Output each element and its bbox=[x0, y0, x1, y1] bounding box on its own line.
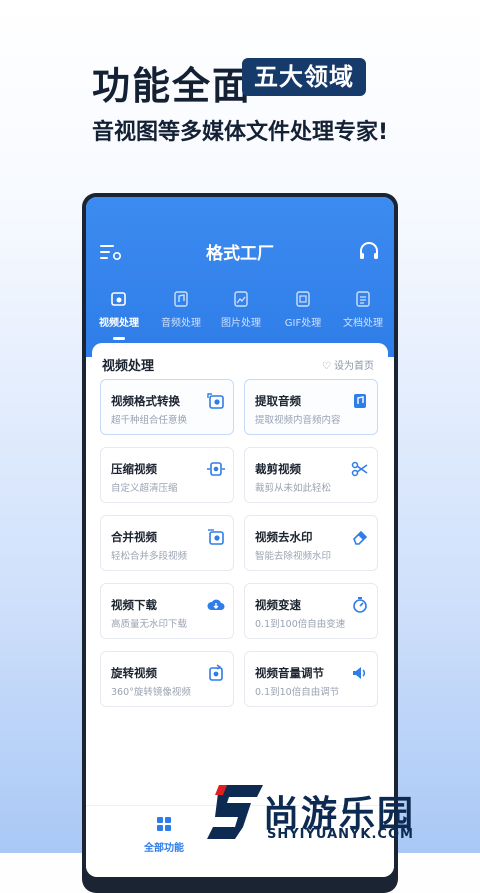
card-desc: 自定义超清压缩 bbox=[111, 483, 178, 494]
card-title: 视频变速 bbox=[255, 598, 301, 612]
section-title: 视频处理 bbox=[102, 359, 155, 374]
audio-file-icon bbox=[174, 291, 188, 307]
tab-gif[interactable]: GIF处理 bbox=[272, 291, 334, 330]
category-tabs: 视频处理 音频处理 图片处理 GIF处理 文档处理 bbox=[86, 291, 394, 337]
card-remove-watermark[interactable]: 视频去水印 智能去除视频水印 bbox=[244, 515, 378, 571]
card-desc: 360°旋转镜像视频 bbox=[111, 687, 191, 698]
card-title: 合并视频 bbox=[111, 530, 157, 544]
set-home-button[interactable]: ♡ 设为首页 bbox=[322, 357, 374, 372]
app-screen: 格式工厂 视频处理 音频处理 图片处理 GIF处理 文档处理 视频处理 ♡ 设为… bbox=[86, 197, 394, 877]
card-trim-video[interactable]: 裁剪视频 裁剪从未如此轻松 bbox=[244, 447, 378, 503]
hero-tag: 五大领域 bbox=[242, 58, 366, 96]
heart-icon: ♡ bbox=[322, 361, 331, 372]
hero-subtitle: 音视图等多媒体文件处理专家! bbox=[92, 120, 389, 145]
card-title: 视频音量调节 bbox=[255, 666, 324, 680]
card-title: 旋转视频 bbox=[111, 666, 157, 680]
grid-icon bbox=[157, 817, 171, 831]
card-extract-audio[interactable]: 提取音频 提取视频内音频内容 bbox=[244, 379, 378, 435]
card-desc: 0.1到100倍自由变速 bbox=[255, 619, 346, 630]
card-compress-video[interactable]: 压缩视频 自定义超清压缩 bbox=[100, 447, 234, 503]
card-title: 视频格式转换 bbox=[111, 394, 180, 408]
rotate-icon bbox=[209, 664, 223, 681]
watermark-logo-icon bbox=[207, 785, 263, 839]
card-desc: 裁剪从未如此轻松 bbox=[255, 483, 332, 494]
active-tab-indicator bbox=[113, 337, 125, 340]
card-title: 裁剪视频 bbox=[255, 462, 301, 476]
document-file-icon bbox=[356, 291, 370, 307]
tab-label: 图片处理 bbox=[221, 318, 261, 329]
card-desc: 高质量无水印下载 bbox=[111, 619, 188, 630]
tab-image[interactable]: 图片处理 bbox=[210, 291, 272, 330]
tab-label: 音频处理 bbox=[161, 318, 201, 329]
tab-audio[interactable]: 音频处理 bbox=[150, 291, 212, 330]
extract-audio-icon bbox=[354, 394, 366, 408]
eraser-icon bbox=[353, 530, 368, 545]
hero-title: 功能全面 bbox=[92, 64, 253, 108]
card-desc: 0.1到10倍自由调节 bbox=[255, 687, 340, 698]
watermark-text-en: SHYIYUANYK.COM bbox=[267, 827, 414, 842]
scissors-icon bbox=[351, 461, 368, 477]
merge-icon bbox=[208, 529, 224, 545]
app-header: 格式工厂 视频处理 音频处理 图片处理 GIF处理 文档处理 bbox=[86, 197, 394, 357]
feature-panel: 视频处理 ♡ 设为首页 视频格式转换 超千种组合任意换 提取音频 提取视频内音频内… bbox=[92, 343, 388, 813]
nav-all-features[interactable]: 全部功能 bbox=[134, 816, 194, 855]
set-home-label: 设为首页 bbox=[334, 361, 374, 372]
tab-document[interactable]: 文档处理 bbox=[332, 291, 394, 330]
card-title: 压缩视频 bbox=[111, 462, 157, 476]
card-rotate-video[interactable]: 旋转视频 360°旋转镜像视频 bbox=[100, 651, 234, 707]
card-volume-adjust[interactable]: 视频音量调节 0.1到10倍自由调节 bbox=[244, 651, 378, 707]
gif-file-icon bbox=[296, 291, 310, 307]
card-merge-video[interactable]: 合并视频 轻松合并多段视频 bbox=[100, 515, 234, 571]
volume-icon bbox=[353, 667, 366, 679]
card-desc: 轻松合并多段视频 bbox=[111, 551, 188, 562]
card-desc: 超千种组合任意换 bbox=[111, 415, 188, 426]
headset-icon[interactable] bbox=[358, 241, 380, 263]
app-title: 格式工厂 bbox=[206, 244, 274, 264]
watermark: 尚游乐园 SHYIYUANYK.COM bbox=[205, 783, 480, 853]
video-convert-icon bbox=[207, 393, 224, 409]
card-desc: 智能去除视频水印 bbox=[255, 551, 332, 562]
tab-label: 文档处理 bbox=[343, 318, 383, 329]
tab-label: GIF处理 bbox=[284, 318, 322, 329]
card-title: 视频去水印 bbox=[255, 530, 313, 544]
card-desc: 提取视频内音频内容 bbox=[255, 415, 341, 426]
card-title: 视频下载 bbox=[111, 598, 157, 612]
cloud-download-icon bbox=[207, 599, 225, 610]
speed-icon bbox=[353, 597, 367, 613]
compress-icon bbox=[207, 462, 225, 476]
card-video-download[interactable]: 视频下载 高质量无水印下载 bbox=[100, 583, 234, 639]
card-video-convert[interactable]: 视频格式转换 超千种组合任意换 bbox=[100, 379, 234, 435]
card-title: 提取音频 bbox=[255, 394, 301, 408]
card-video-speed[interactable]: 视频变速 0.1到100倍自由变速 bbox=[244, 583, 378, 639]
tab-label: 视频处理 bbox=[99, 318, 139, 329]
tab-video[interactable]: 视频处理 bbox=[88, 291, 150, 330]
nav-label: 全部功能 bbox=[144, 843, 184, 854]
image-file-icon bbox=[234, 291, 248, 307]
video-icon bbox=[111, 292, 126, 306]
